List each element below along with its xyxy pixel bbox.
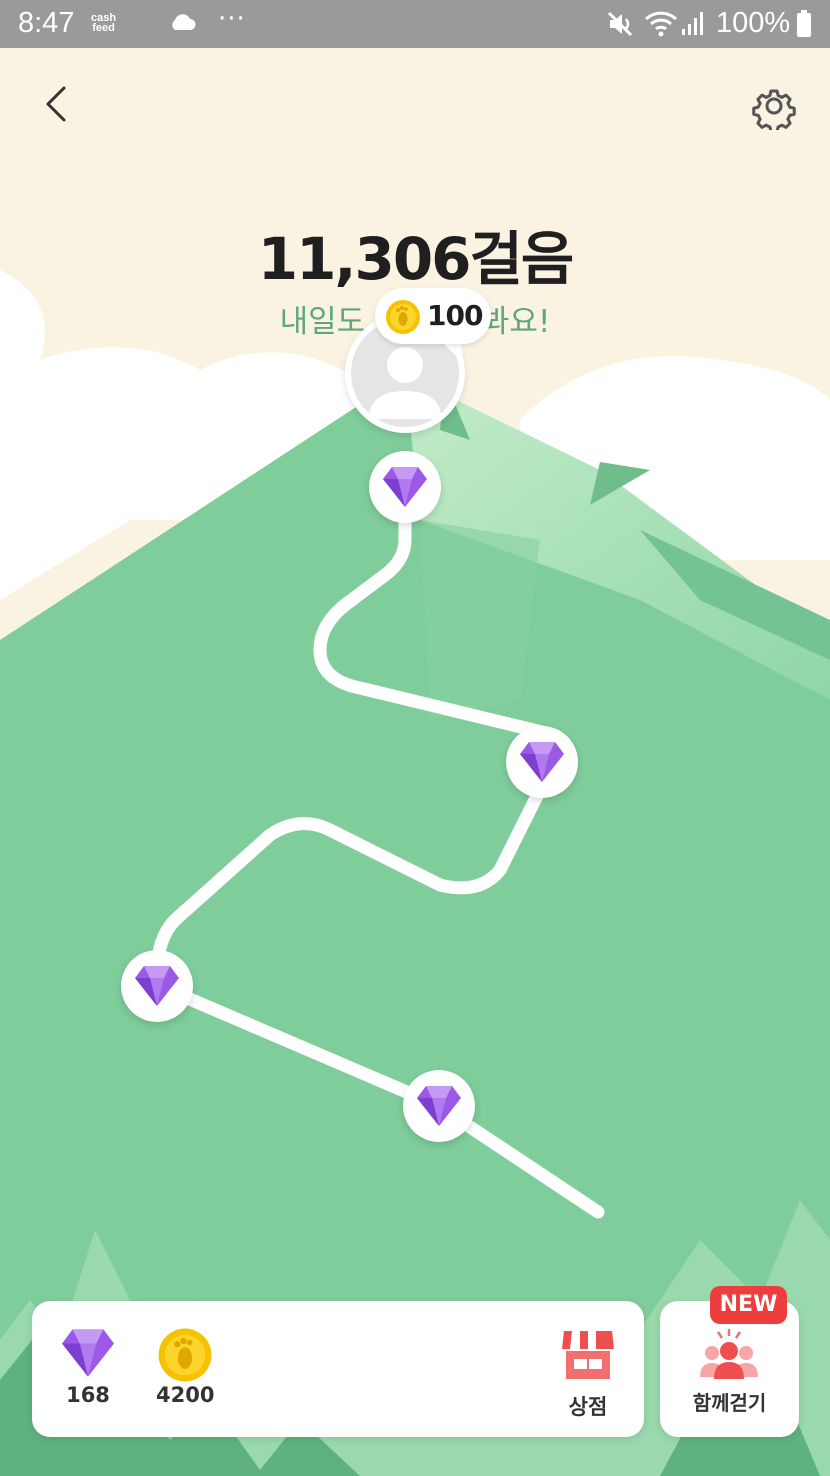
store-icon	[562, 1331, 614, 1379]
walk-together-label: 함께걷기	[692, 1391, 767, 1415]
battery-icon	[797, 10, 811, 37]
diamond-icon	[417, 1086, 461, 1126]
shop-label: 상점	[568, 1395, 608, 1419]
settings-button[interactable]	[750, 82, 798, 133]
diamond-icon	[383, 467, 427, 507]
chevron-left-icon	[46, 86, 66, 122]
coin-balance: 4200	[156, 1327, 214, 1407]
gem-count: 168	[66, 1383, 110, 1407]
battery-percent: 100%	[716, 7, 791, 39]
group-people-icon	[700, 1329, 758, 1379]
status-bar: 8:47 cash feed ··· 100%	[0, 0, 830, 48]
more-notifications-icon: ···	[218, 4, 246, 34]
path-node-gem[interactable]	[403, 1070, 475, 1142]
wifi-icon	[644, 11, 678, 37]
back-button[interactable]	[36, 82, 80, 126]
new-badge: NEW	[710, 1286, 787, 1324]
gem-balance: 168	[60, 1327, 116, 1407]
path-node-gem[interactable]	[369, 451, 441, 523]
diamond-icon	[520, 742, 564, 782]
cashfeed-notification-icon: cash feed	[91, 12, 117, 34]
footprint-coin-icon	[158, 1328, 212, 1382]
reward-bubble[interactable]: 100	[375, 288, 491, 344]
coin-count: 4200	[156, 1383, 215, 1407]
gear-icon	[752, 89, 796, 133]
mute-icon	[607, 11, 633, 37]
status-time: 8:47	[18, 7, 75, 39]
path-node-gem[interactable]	[121, 950, 193, 1022]
footprint-coin-icon	[386, 300, 420, 334]
path-node-gem[interactable]	[506, 726, 578, 798]
step-count: 11,306걸음	[257, 225, 575, 293]
reward-amount: 100	[427, 299, 483, 332]
shop-button[interactable]: 상점	[552, 1327, 624, 1423]
diamond-icon	[62, 1329, 114, 1377]
cloud-icon	[172, 14, 196, 30]
wallet-bar: 168 4200 상점	[32, 1301, 644, 1437]
signal-icon	[682, 12, 703, 35]
diamond-icon	[135, 966, 179, 1006]
